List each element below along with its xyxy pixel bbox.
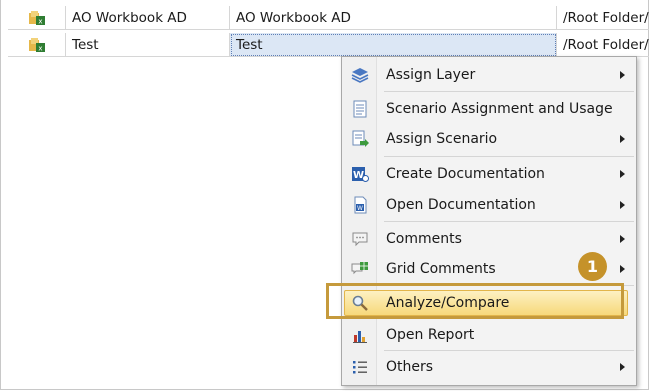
menu-item-create-documentation[interactable]: W Create Documentation [342, 159, 636, 189]
name-cell[interactable]: AO Workbook AD [66, 6, 230, 30]
row-icon-cell: x [8, 6, 66, 30]
comment-bubble-icon [352, 232, 368, 247]
submenu-arrow-icon [620, 71, 625, 79]
word-document-icon: W [354, 196, 367, 214]
menu-item-label: Open Report [386, 327, 475, 343]
svg-text:x: x [38, 18, 42, 26]
description-cell-selected[interactable]: Test [230, 33, 557, 57]
row-icon-cell: x [8, 33, 66, 57]
callout-highlight-box [326, 283, 624, 319]
menu-item-open-report[interactable]: Open Report [342, 320, 636, 350]
menu-item-label: Create Documentation [386, 166, 545, 182]
description-cell[interactable]: AO Workbook AD [230, 6, 557, 30]
grid-comment-icon [351, 262, 368, 275]
callout-number-badge: 1 [578, 252, 607, 281]
table-row[interactable]: x Test Test /Root Folder/b [8, 33, 649, 58]
menu-item-comments[interactable]: Comments [342, 224, 636, 254]
word-create-icon: W [352, 167, 369, 182]
workbook-excel-icon: x [29, 38, 45, 53]
name-cell[interactable]: Test [66, 33, 230, 57]
menu-item-open-documentation[interactable]: W Open Documentation [342, 190, 636, 220]
context-menu: Assign Layer Scenario Assignment and Usa… [341, 56, 637, 386]
submenu-arrow-icon [620, 135, 625, 143]
assign-scenario-icon [352, 130, 369, 147]
menu-item-label: Scenario Assignment and Usage [386, 101, 613, 117]
menu-separator [384, 350, 634, 351]
path-cell[interactable]: /Root Folder/b [557, 6, 649, 30]
table-row[interactable]: x AO Workbook AD AO Workbook AD /Root Fo… [8, 6, 649, 31]
menu-item-label: Comments [386, 231, 462, 247]
submenu-arrow-icon [620, 363, 625, 371]
menu-item-assign-scenario[interactable]: Assign Scenario [342, 124, 636, 154]
menu-item-label: Assign Scenario [386, 131, 498, 147]
submenu-arrow-icon [620, 235, 625, 243]
menu-item-label: Grid Comments [386, 261, 496, 277]
menu-item-others[interactable]: Others [342, 352, 636, 382]
menu-item-label: Open Documentation [386, 197, 536, 213]
menu-separator [384, 221, 634, 222]
menu-item-label: Assign Layer [386, 67, 476, 83]
list-icon [353, 361, 367, 374]
menu-item-scenario-assignment[interactable]: Scenario Assignment and Usage [342, 94, 636, 124]
submenu-arrow-icon [620, 201, 625, 209]
menu-item-assign-layer[interactable]: Assign Layer [342, 60, 636, 90]
workbook-excel-icon: x [29, 11, 45, 26]
document-list-icon [353, 100, 367, 118]
submenu-arrow-icon [620, 170, 625, 178]
menu-separator [384, 91, 634, 92]
report-chart-icon [353, 331, 367, 343]
layers-icon [351, 68, 369, 83]
menu-item-label: Others [386, 359, 434, 375]
svg-text:x: x [38, 45, 42, 53]
svg-text:W: W [357, 205, 363, 212]
path-cell[interactable]: /Root Folder/b [557, 33, 649, 57]
menu-separator [384, 156, 634, 157]
submenu-arrow-icon [620, 265, 625, 273]
